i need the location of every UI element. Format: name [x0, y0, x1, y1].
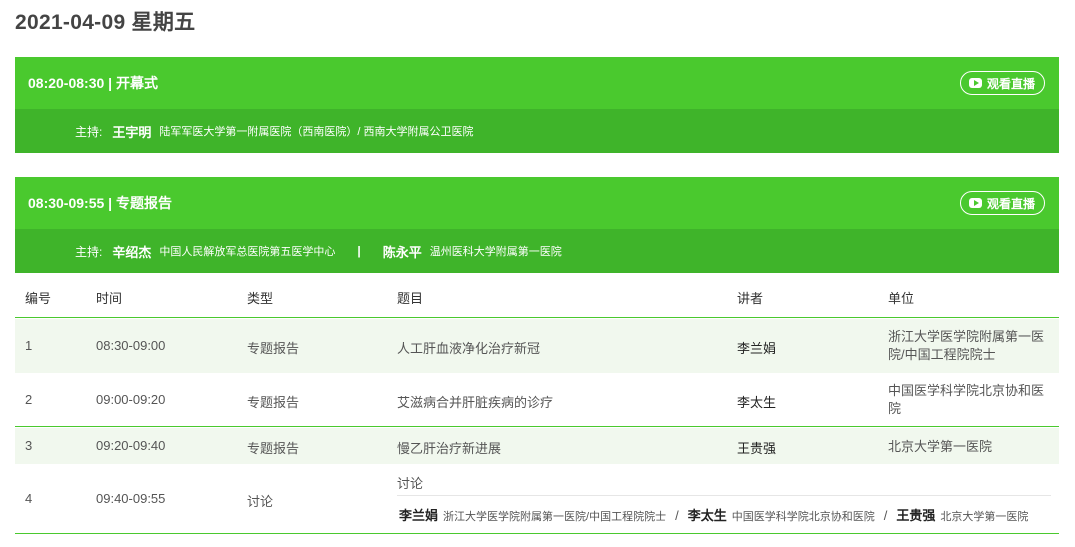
row-title: 讨论 — [397, 476, 424, 491]
row-title: 慢乙肝治疗新进展 — [397, 441, 502, 456]
row-title: 艾滋病合并肝脏疾病的诊疗 — [397, 395, 554, 410]
col-header-speaker: 讲者 — [737, 291, 764, 306]
panelist-separator: / — [883, 508, 888, 523]
row-unit-line: 北京大学第一医院 — [888, 439, 993, 454]
row-unit-line: 院/中国工程院院士 — [888, 347, 996, 362]
host-name: 王宇明 — [112, 124, 152, 140]
row-number: 2 — [25, 392, 33, 407]
host-org: 温州医科大学附属第一医院 — [429, 246, 562, 258]
row-unit: 北京大学第一医院 — [888, 438, 1053, 456]
row-type: 讨论 — [247, 494, 274, 509]
row-title: 人工肝血液净化治疗新冠 — [397, 341, 541, 356]
host-name: 陈永平 — [382, 244, 422, 260]
date-title: 2021-04-09 星期五 — [15, 11, 196, 34]
watch-live-label: 观看直播 — [986, 76, 1035, 91]
row-unit: 浙江大学医学院附属第一医 院/中国工程院院士 — [888, 328, 1053, 364]
session-time: 08:20-08:30 | 开幕式 — [28, 75, 158, 91]
session-time: 08:30-09:55 | 专题报告 — [28, 195, 172, 211]
panelist-org: 浙江大学医学院附属第一医院/中国工程院院士 — [443, 511, 667, 523]
row-speaker: 李兰娟 — [737, 341, 777, 356]
session-header-opening: 08:20-08:30 | 开幕式 观看直播 — [15, 57, 1059, 109]
row-unit-line: 浙江大学医学院附属第一医 — [888, 329, 1045, 344]
row-unit: 中国医学科学院北京协和医 院 — [888, 382, 1053, 418]
host-label: 主持: — [75, 244, 103, 259]
row-type: 专题报告 — [247, 441, 300, 456]
host-name: 辛绍杰 — [112, 244, 152, 260]
row-type: 专题报告 — [247, 341, 300, 356]
panelist-org: 中国医学科学院北京协和医院 — [731, 511, 875, 523]
session-header-report: 08:30-09:55 | 专题报告 观看直播 — [15, 177, 1059, 229]
row-speaker: 王贵强 — [737, 441, 777, 456]
watch-live-button[interactable]: 观看直播 — [959, 71, 1045, 95]
table-row-discussion: 4 09:40-09:55 讨论 讨论 李兰娟 浙江大学医学院附属第一医院/中国… — [15, 464, 1059, 534]
row-unit-line: 院 — [888, 401, 902, 416]
host-org: 中国人民解放军总医院第五医学中心 — [159, 246, 336, 258]
row-type: 专题报告 — [247, 395, 300, 410]
row-number: 3 — [25, 438, 33, 453]
row-number: 1 — [25, 338, 33, 353]
row-time: 09:40-09:55 — [96, 491, 166, 506]
panelist-separator: / — [675, 508, 679, 523]
discussion-panelists: 李兰娟 浙江大学医学院附属第一医院/中国工程院院士 / 李太生 中国医学科学院北… — [399, 505, 1028, 524]
panelist-name: 李太生 — [687, 508, 727, 523]
row-time: 09:00-09:20 — [96, 392, 166, 407]
row-unit-line: 中国医学科学院北京协和医 — [888, 383, 1045, 398]
col-header-unit: 单位 — [888, 291, 915, 306]
session-hosts-report: 主持: 辛绍杰 中国人民解放军总医院第五医学中心 | 陈永平 温州医科大学附属第… — [15, 229, 1059, 273]
panelist-name: 李兰娟 — [399, 508, 439, 523]
panelist-name: 王贵强 — [896, 508, 936, 523]
col-header-number: 编号 — [25, 291, 52, 306]
table-row: 3 09:20-09:40 专题报告 慢乙肝治疗新进展 王贵强 北京大学第一医院 — [15, 428, 1059, 464]
session-hosts-opening: 主持: 王宇明 陆军军医大学第一附属医院（西南医院）/ 西南大学附属公卫医院 — [15, 109, 1059, 153]
host-separator: | — [357, 244, 361, 258]
table-row: 2 09:00-09:20 专题报告 艾滋病合并肝脏疾病的诊疗 李太生 中国医学… — [15, 373, 1059, 427]
row-speaker: 李太生 — [737, 395, 777, 410]
play-icon — [968, 78, 982, 88]
panelist-org: 北京大学第一医院 — [940, 511, 1029, 523]
row-time: 08:30-09:00 — [96, 338, 166, 353]
col-header-title: 题目 — [397, 291, 424, 306]
watch-live-button[interactable]: 观看直播 — [959, 191, 1045, 215]
row-number: 4 — [25, 491, 33, 506]
host-org: 陆军军医大学第一附属医院（西南医院）/ 西南大学附属公卫医院 — [159, 126, 474, 138]
col-header-type: 类型 — [247, 291, 274, 306]
play-icon — [968, 198, 982, 208]
divider — [397, 495, 1051, 496]
col-header-time: 时间 — [96, 291, 123, 306]
host-label: 主持: — [75, 124, 103, 139]
table-header: 编号 时间 类型 题目 讲者 单位 — [15, 274, 1059, 318]
row-time: 09:20-09:40 — [96, 438, 166, 453]
watch-live-label: 观看直播 — [986, 196, 1035, 211]
table-row: 1 08:30-09:00 专题报告 人工肝血液净化治疗新冠 李兰娟 浙江大学医… — [15, 319, 1059, 373]
